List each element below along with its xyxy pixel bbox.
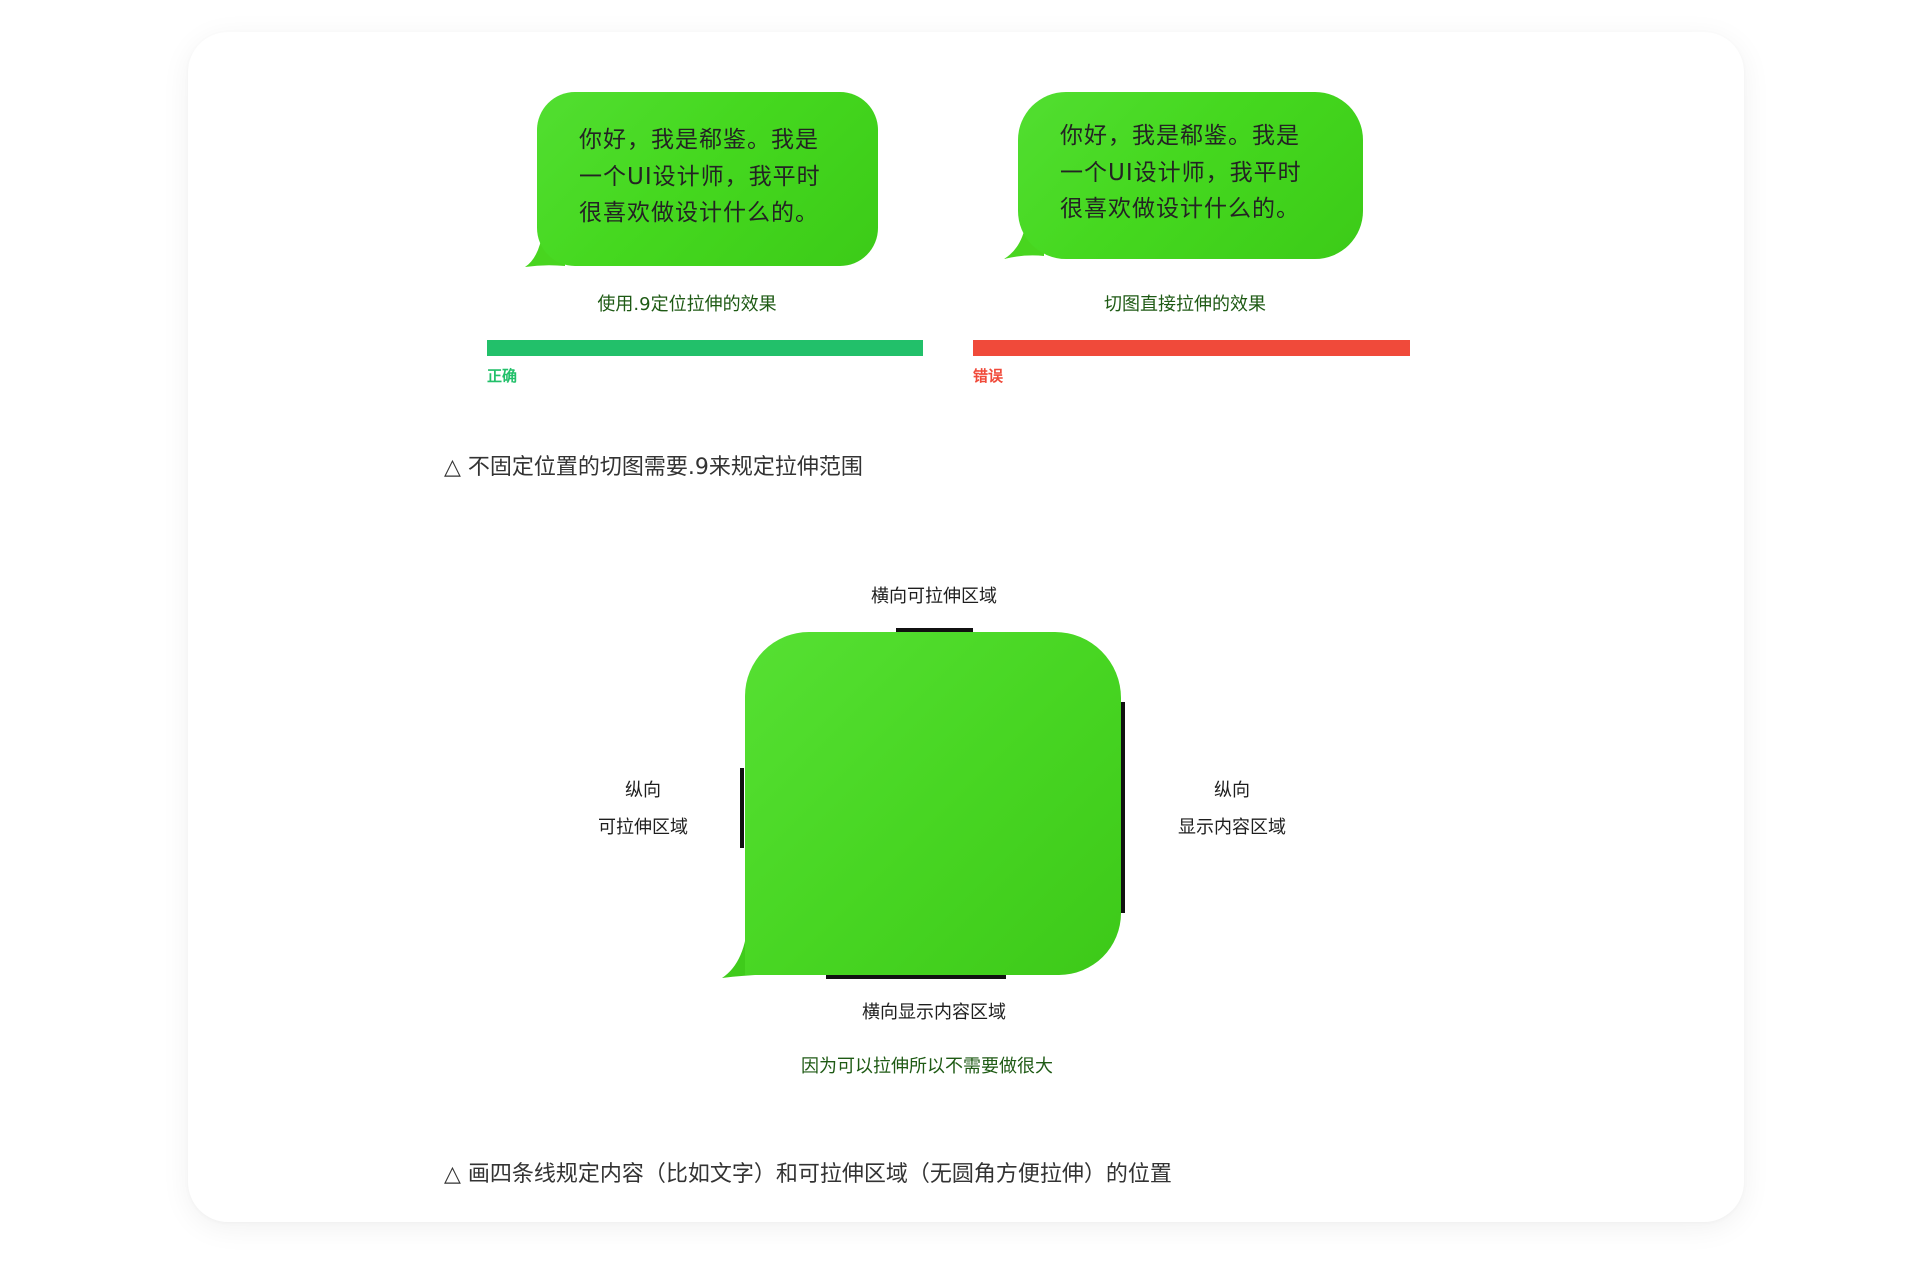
guide-right-line bbox=[1121, 702, 1125, 913]
guide-left-line bbox=[740, 768, 744, 848]
diagram-green-caption: 因为可以拉伸所以不需要做很大 bbox=[801, 1056, 1053, 1077]
bubble-line-2: 一个UI设计师，我平时 bbox=[579, 163, 821, 190]
note-four-lines: △ 画四条线规定内容（比如文字）和可拉伸区域（无圆角方便拉伸）的位置 bbox=[444, 1162, 1172, 1187]
label-horizontal-stretch: 横向可拉伸区域 bbox=[871, 586, 997, 607]
label-vertical-stretch: 纵向 可拉伸区域 bbox=[573, 772, 713, 846]
bubble-line-1: 你好，我是郗鉴。我是 bbox=[1060, 123, 1300, 149]
correct-bar bbox=[487, 340, 923, 356]
content-card bbox=[188, 32, 1744, 1222]
diagram-bubble bbox=[745, 632, 1121, 975]
label-horizontal-content: 横向显示内容区域 bbox=[862, 1002, 1006, 1023]
guide-bottom-line bbox=[826, 975, 1006, 979]
note-nine-patch: △ 不固定位置的切图需要.9来规定拉伸范围 bbox=[444, 455, 863, 480]
caption-correct: 使用.9定位拉伸的效果 bbox=[597, 294, 777, 315]
label-vertical-stretch-line-1: 纵向 bbox=[625, 780, 661, 801]
correct-tag: 正确 bbox=[487, 367, 518, 385]
bubble-line-3: 很喜欢做设计什么的。 bbox=[579, 200, 819, 226]
label-vertical-stretch-line-2: 可拉伸区域 bbox=[598, 817, 688, 838]
bubble-line-3: 很喜欢做设计什么的。 bbox=[1060, 196, 1300, 222]
bubble-line-1: 你好，我是郗鉴。我是 bbox=[579, 127, 819, 153]
label-vertical-content-line-2: 显示内容区域 bbox=[1178, 817, 1286, 838]
wrong-bar bbox=[973, 340, 1410, 356]
bubble-line-2: 一个UI设计师，我平时 bbox=[1060, 159, 1302, 186]
wrong-tag: 错误 bbox=[973, 367, 1004, 385]
label-vertical-content-line-1: 纵向 bbox=[1214, 780, 1250, 801]
caption-wrong: 切图直接拉伸的效果 bbox=[1104, 294, 1266, 315]
label-vertical-content: 纵向 显示内容区域 bbox=[1162, 772, 1302, 846]
